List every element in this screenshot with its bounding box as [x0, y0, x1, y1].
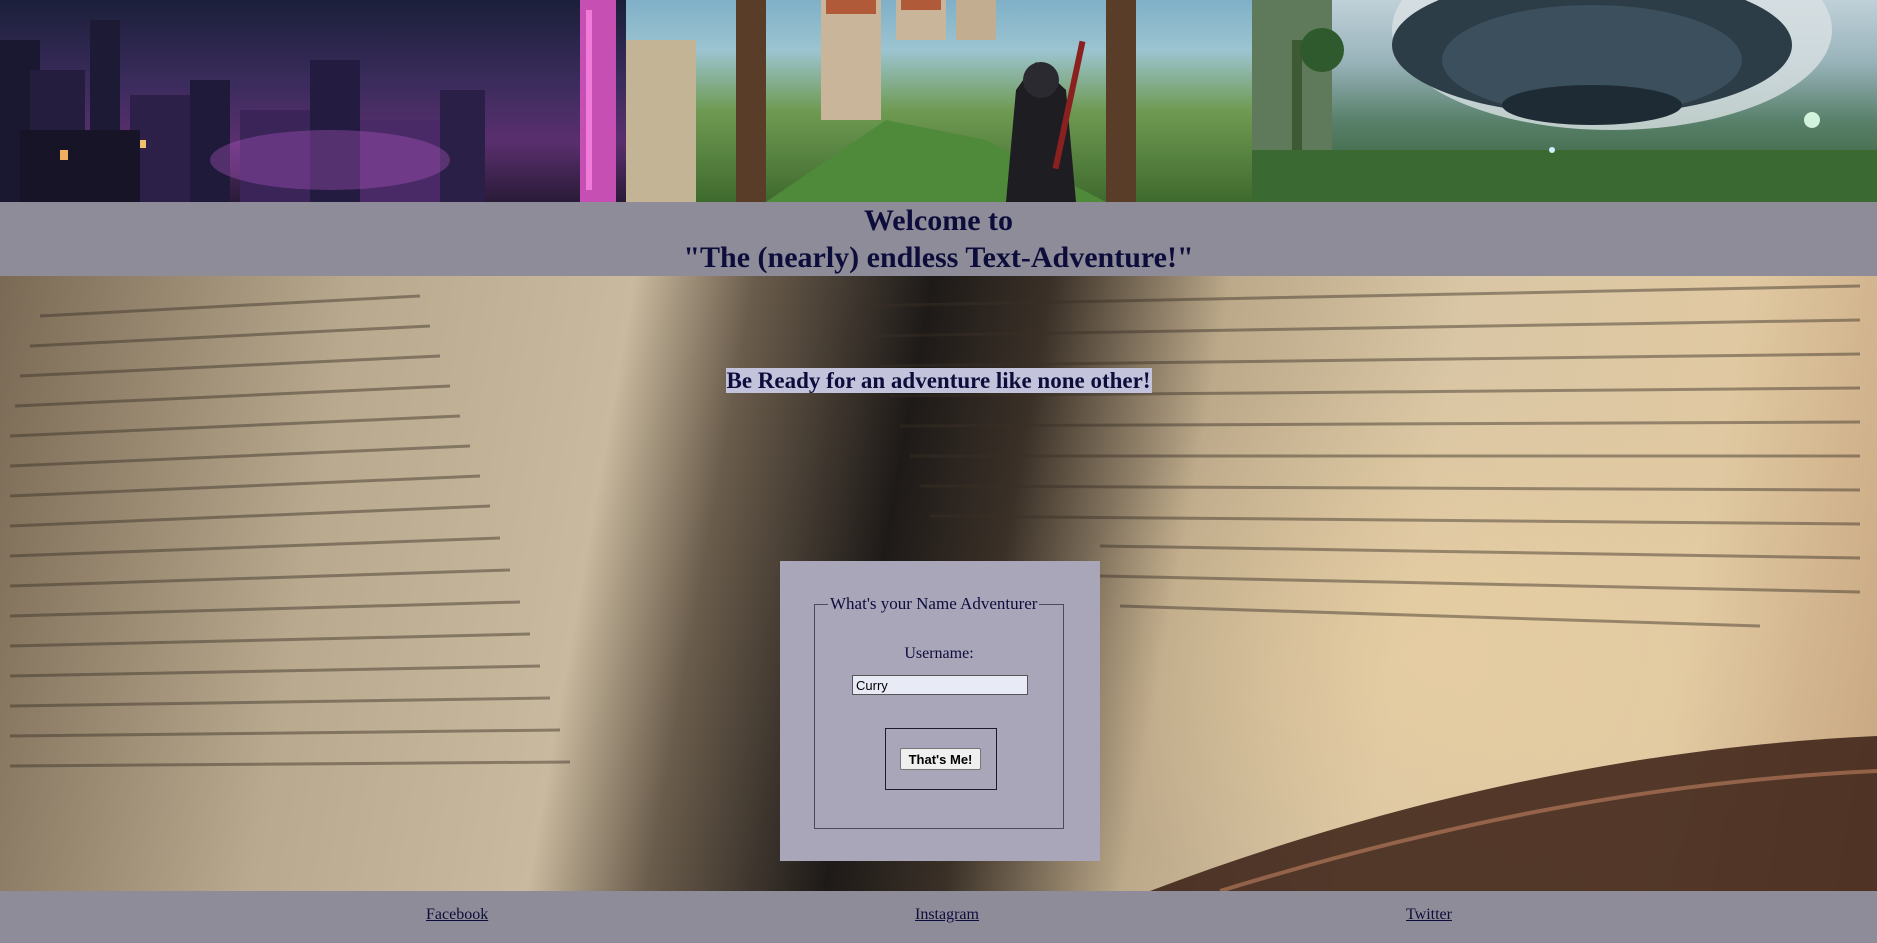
facebook-link[interactable]: Facebook — [426, 906, 488, 924]
twitter-link[interactable]: Twitter — [1406, 906, 1452, 924]
submit-button[interactable]: That's Me! — [900, 748, 981, 770]
header-banner — [0, 0, 1877, 202]
name-fieldset: What's your Name Adventurer Username: Th… — [814, 594, 1064, 829]
login-card: What's your Name Adventurer Username: Th… — [780, 561, 1100, 861]
username-label: Username: — [904, 645, 974, 662]
name-fieldset-legend: What's your Name Adventurer — [830, 594, 1038, 613]
username-input[interactable] — [852, 675, 1028, 695]
page-title-line-1: Welcome to — [863, 204, 1014, 237]
cyberpunk-city-image — [0, 0, 626, 202]
main-content: Be Ready for an adventure like none othe… — [0, 276, 1877, 891]
title-bar: Welcome to "The (nearly) endless Text-Ad… — [0, 202, 1877, 276]
tagline: Be Ready for an adventure like none othe… — [0, 368, 1877, 394]
castle-knight-art — [626, 0, 1136, 202]
city-skyline-art — [0, 0, 616, 202]
footer: Facebook Instagram Twitter — [0, 891, 1877, 943]
instagram-link[interactable]: Instagram — [915, 906, 979, 924]
tagline-text: Be Ready for an adventure like none othe… — [725, 368, 1152, 393]
castle-knight-image — [626, 0, 1252, 202]
submit-container: That's Me! — [885, 728, 997, 790]
alien-forest-image — [1252, 0, 1877, 202]
alien-spaceship-art — [1252, 0, 1877, 202]
page-title-line-2: "The (nearly) endless Text-Adventure!" — [683, 241, 1194, 274]
